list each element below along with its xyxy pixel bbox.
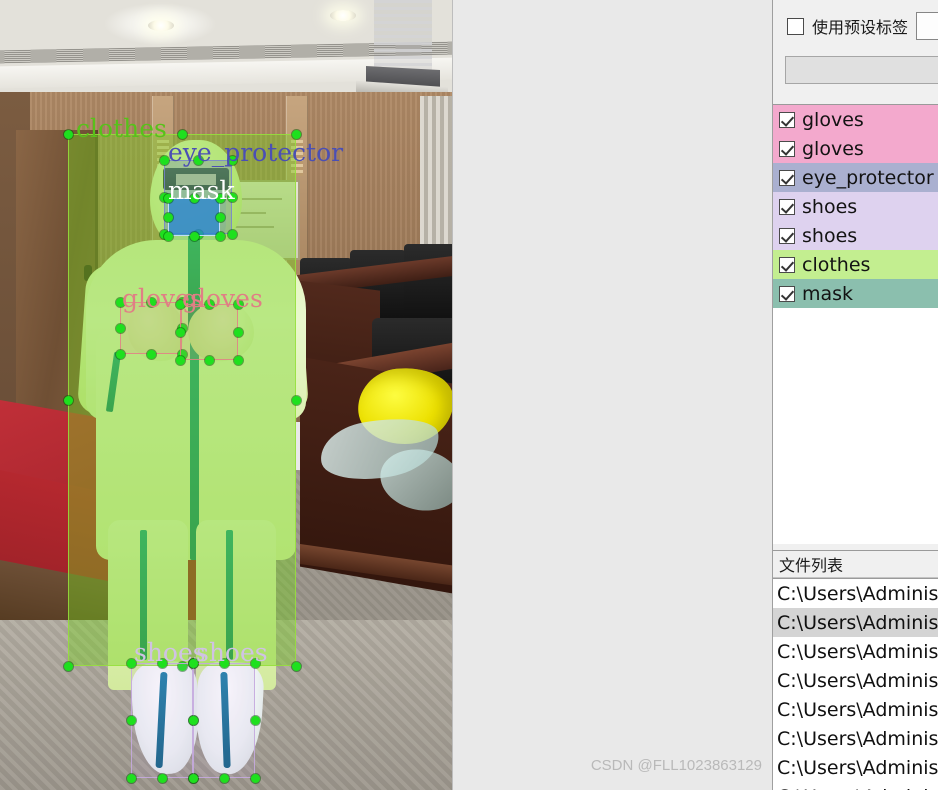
file-list-item[interactable]: C:\Users\Adminis [773, 608, 938, 637]
resize-handle[interactable] [146, 297, 156, 307]
label-list-item-text: gloves [802, 108, 864, 131]
resize-handle[interactable] [115, 297, 125, 307]
use-preset-label-row[interactable]: 使用预设标签 [773, 0, 938, 52]
label-list-item-text: shoes [802, 224, 858, 247]
resize-handle[interactable] [291, 661, 301, 671]
file-list-header: 文件列表 [773, 550, 938, 578]
resize-handle[interactable] [175, 299, 185, 309]
label-visibility-checkbox[interactable] [779, 111, 795, 128]
resize-handle[interactable] [189, 231, 199, 241]
annotated-photograph: clothes eye_protector mask gloves gloves shoe… [0, 0, 452, 790]
label-list-item[interactable]: gloves [773, 134, 938, 163]
label-list-item-text: clothes [802, 253, 871, 276]
annotation-overlay[interactable]: clothes eye_protector mask gloves gloves shoe… [0, 0, 452, 790]
resize-handle[interactable] [115, 349, 125, 359]
resize-handle[interactable] [157, 773, 167, 783]
resize-handle[interactable] [175, 355, 185, 365]
label-list-item-text: eye_protector [802, 166, 934, 189]
resize-handle[interactable] [63, 395, 73, 405]
resize-handle[interactable] [63, 129, 73, 139]
label-visibility-checkbox[interactable] [779, 256, 795, 273]
label-visibility-checkbox[interactable] [779, 140, 795, 157]
resize-handle[interactable] [227, 229, 237, 239]
label-edit-row [773, 52, 938, 96]
resize-handle[interactable] [157, 658, 167, 668]
resize-handle[interactable] [188, 773, 198, 783]
use-preset-label-text: 使用预设标签 [812, 18, 909, 37]
label-visibility-checkbox[interactable] [779, 198, 795, 215]
bbox-shoes-left[interactable] [131, 663, 193, 778]
resize-handle[interactable] [188, 716, 198, 725]
label-list-item-text: shoes [802, 195, 858, 218]
bbox-mask[interactable] [168, 198, 220, 236]
resize-handle[interactable] [189, 193, 199, 203]
resize-handle[interactable] [175, 327, 185, 337]
resize-handle[interactable] [219, 773, 229, 783]
app-window: clothes eye_protectormask gloves gloves shoe… [0, 0, 938, 790]
label-list-item[interactable]: eye_protector [773, 163, 938, 192]
resize-handle[interactable] [163, 231, 173, 241]
file-list-title: 文件列表 [779, 556, 844, 575]
resize-handle[interactable] [233, 299, 243, 309]
use-preset-label-checkbox[interactable] [787, 17, 804, 35]
resize-handle[interactable] [227, 192, 237, 202]
bbox-gloves-left[interactable] [120, 302, 182, 354]
label-edit-field[interactable] [785, 56, 938, 84]
resize-handle[interactable] [163, 212, 173, 222]
label-list-item[interactable]: mask [773, 279, 938, 308]
label-visibility-checkbox[interactable] [779, 227, 795, 244]
file-list-item[interactable]: C:\Users\Adminis [773, 666, 938, 695]
resize-handle[interactable] [215, 193, 225, 203]
image-canvas[interactable]: clothes eye_protector mask gloves gloves shoe… [0, 0, 452, 790]
resize-handle[interactable] [250, 658, 260, 668]
resize-handle[interactable] [291, 395, 301, 405]
resize-handle[interactable] [204, 355, 214, 365]
file-list-item[interactable]: C:\Users\Adminis [773, 753, 938, 782]
resize-handle[interactable] [126, 773, 136, 783]
resize-handle[interactable] [204, 299, 214, 309]
label-list-item[interactable]: shoes [773, 192, 938, 221]
file-list-item[interactable]: C:\Users\Adminis [773, 724, 938, 753]
label-list-item[interactable]: clothes [773, 250, 938, 279]
resize-handle[interactable] [291, 129, 301, 139]
file-list-item[interactable]: C:\Users\Adminis [773, 579, 938, 608]
label-list-item[interactable]: shoes [773, 221, 938, 250]
label-list-item-text: gloves [802, 137, 864, 160]
resize-handle[interactable] [126, 658, 136, 668]
resize-handle[interactable] [146, 349, 156, 359]
resize-handle[interactable] [163, 193, 173, 203]
resize-handle[interactable] [126, 716, 136, 725]
label-list-item-text: mask [802, 282, 854, 305]
right-dock: 使用预设标签 gloves gloves eye_protectorshoes sho… [772, 0, 938, 790]
file-list-item[interactable]: C:\Users\Adminis [773, 695, 938, 724]
file-list[interactable]: C:\Users\Adminis C:\Users\Adminis C:\Users… [773, 578, 938, 790]
resize-handle[interactable] [215, 231, 225, 241]
file-list-item[interactable]: C:\Users\Adminis [773, 637, 938, 666]
watermark: CSDN @FLL1023863129 [590, 757, 762, 774]
resize-handle[interactable] [188, 658, 198, 668]
preset-label-combobox[interactable] [916, 12, 938, 40]
resize-handle[interactable] [250, 716, 260, 725]
resize-handle[interactable] [215, 212, 225, 222]
resize-handle[interactable] [115, 323, 125, 333]
resize-handle[interactable] [63, 661, 73, 671]
resize-handle[interactable] [250, 773, 260, 783]
label-list[interactable]: gloves gloves eye_protectorshoes shoes cloth… [773, 104, 938, 544]
file-list-section: 文件列表 C:\Users\Adminis C:\Users\Adminis C:\… [773, 544, 938, 790]
bbox-gloves-right[interactable] [180, 304, 238, 360]
resize-handle[interactable] [227, 155, 237, 165]
resize-handle[interactable] [233, 355, 243, 365]
resize-handle[interactable] [177, 129, 187, 139]
resize-handle[interactable] [159, 155, 169, 165]
resize-handle[interactable] [219, 658, 229, 668]
label-visibility-checkbox[interactable] [779, 169, 795, 186]
resize-handle[interactable] [233, 327, 243, 337]
label-visibility-checkbox[interactable] [779, 285, 795, 302]
canvas-background: CSDN @FLL1023863129 [452, 0, 772, 790]
label-list-item[interactable]: gloves [773, 105, 938, 134]
file-list-item[interactable]: C:\Users\Adminis [773, 782, 938, 790]
bbox-shoes-right[interactable] [193, 663, 255, 778]
resize-handle[interactable] [193, 155, 203, 165]
